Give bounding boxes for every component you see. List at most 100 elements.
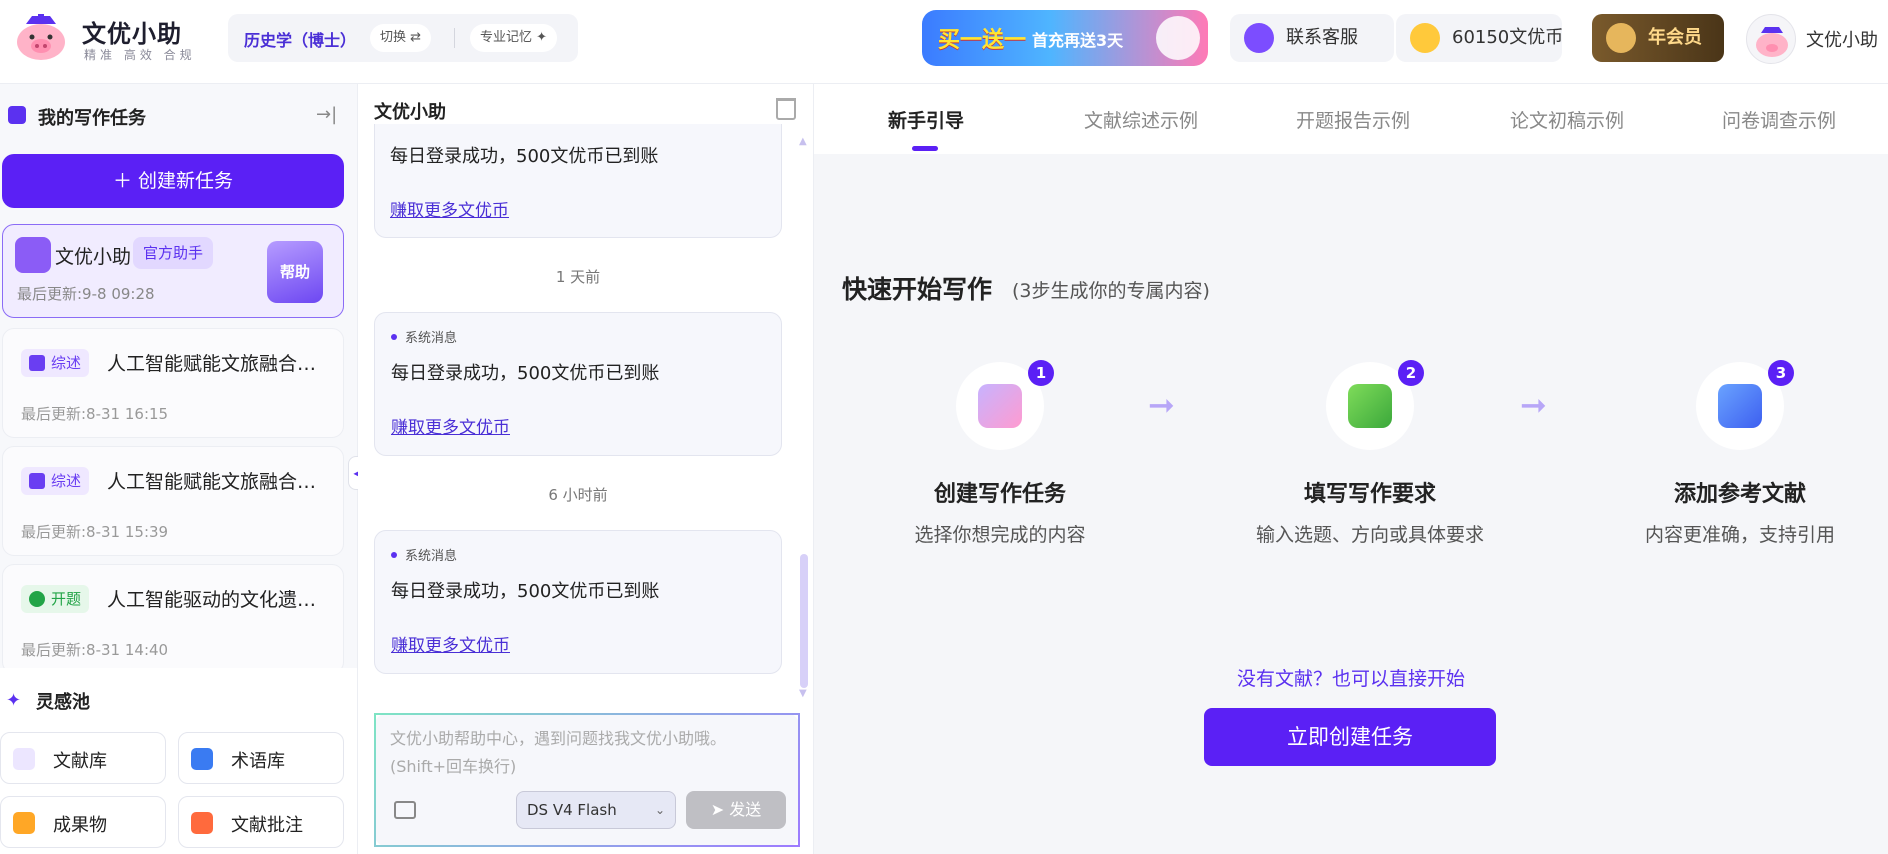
lib-label: 成果物 <box>53 815 107 836</box>
step-title: 填写写作要求 <box>1303 482 1436 507</box>
step-title: 添加参考文献 <box>1673 482 1806 507</box>
brand-slogan: 精准 高效 合规 <box>84 48 196 62</box>
message-card: 系统消息 每日登录成功，500文优币已到账 赚取更多文优币 <box>374 530 782 674</box>
switch-subject-button[interactable]: 切换 ⇄ <box>370 24 432 52</box>
model-select[interactable]: DS V4 Flash ⌄ <box>516 791 676 829</box>
quick-start-title: 快速开始写作 <box>842 275 993 304</box>
folder-icon <box>13 812 35 834</box>
task-item[interactable]: 开题 人工智能驱动的文化遗… 最后更新:8-31 14:40 <box>2 564 344 674</box>
lib-label: 文献批注 <box>231 815 303 836</box>
book-icon <box>13 748 35 770</box>
chat-input-box: DS V4 Flash ⌄ ➤ 发送 <box>374 713 800 847</box>
task-list-icon <box>8 106 26 124</box>
promo-main-text: 买一送一 <box>938 28 1027 53</box>
contact-service-button[interactable]: 联系客服 <box>1230 14 1394 62</box>
earn-coins-link[interactable]: 赚取更多文优币 <box>390 196 509 221</box>
chevron-down-icon: ⌄ <box>654 803 665 817</box>
step-fill-requirements: 2 填写写作要求 输入选题、方向或具体要求 <box>1214 360 1514 562</box>
tab-review-example[interactable]: 文献综述示例 <box>1084 106 1198 133</box>
step-number: 2 <box>1398 360 1424 386</box>
task-tag-open: 开题 <box>21 585 90 613</box>
inspiration-pool: ✦ 灵感池 文献库 术语库 成果物 文献批注 <box>0 668 357 854</box>
trash-icon[interactable] <box>776 98 796 120</box>
member-badge-icon <box>1606 23 1636 53</box>
message-text: 每日登录成功，500文优币已到账 <box>390 146 659 167</box>
coins-label: 60150文优币 <box>1452 27 1564 48</box>
chat-input[interactable] <box>390 725 780 781</box>
send-button[interactable]: ➤ 发送 <box>686 791 786 829</box>
earn-coins-link[interactable]: 赚取更多文优币 <box>391 413 510 438</box>
time-separator: 1 天前 <box>555 268 601 286</box>
current-subject[interactable]: 历史学（博士） <box>244 27 356 51</box>
task-tag-review: 综述 <box>21 467 90 495</box>
literature-library-button[interactable]: 文献库 <box>0 732 166 784</box>
promo-mascot-icon <box>1156 16 1200 60</box>
annotation-icon <box>191 812 213 834</box>
coin-icon <box>1410 23 1440 53</box>
tab-draft-example[interactable]: 论文初稿示例 <box>1510 106 1624 133</box>
assistant-name: 文优小助 <box>55 246 132 268</box>
message-text: 每日登录成功，500文优币已到账 <box>391 363 660 384</box>
system-message-tag: 系统消息 <box>391 327 457 346</box>
member-label: 年会员 <box>1648 27 1702 48</box>
step-desc: 输入选题、方向或具体要求 <box>1255 524 1484 546</box>
inspiration-title: 灵感池 <box>36 692 90 713</box>
tab-beginner-guide[interactable]: 新手引导 <box>888 106 964 133</box>
chat-title: 文优小助 <box>374 102 446 123</box>
task-item[interactable]: 综述 人工智能赋能文旅融合… 最后更新:8-31 16:15 <box>2 328 344 438</box>
task-update-time: 最后更新:8-31 15:39 <box>21 523 169 541</box>
system-message-tag: 系统消息 <box>391 545 457 564</box>
terminology-library-button[interactable]: 术语库 <box>178 732 344 784</box>
collapse-sidebar-icon[interactable]: →| <box>316 104 337 125</box>
official-badge: 官方助手 <box>133 237 214 269</box>
user-name[interactable]: 文优小助 <box>1806 26 1878 52</box>
pig-logo-icon[interactable] <box>12 12 70 62</box>
results-button[interactable]: 成果物 <box>0 796 166 848</box>
annual-member-button[interactable]: 年会员 <box>1592 14 1724 62</box>
tab-proposal-example[interactable]: 开题报告示例 <box>1296 106 1410 133</box>
active-tab-indicator <box>912 146 938 151</box>
lib-label: 术语库 <box>231 751 285 772</box>
assistant-card[interactable]: 文优小助 官方助手 最后更新:9-8 09:28 帮助 <box>2 224 344 318</box>
create-task-button[interactable]: ＋ 创建新任务 <box>2 154 344 208</box>
notepad-icon <box>1348 384 1392 428</box>
task-title: 人工智能赋能文旅融合… <box>107 471 317 493</box>
time-separator: 6 小时前 <box>548 486 608 504</box>
no-literature-link[interactable]: 没有文献？也可以直接开始 <box>814 664 1888 691</box>
toolbox-icon[interactable] <box>394 801 416 819</box>
task-title: 人工智能赋能文旅融合… <box>107 353 317 375</box>
top-header: 文优小助 精准 高效 合规 历史学（博士） 切换 ⇄ 专业记忆 ✦ 买一送一 首… <box>0 0 1888 84</box>
task-tag-label: 开题 <box>51 590 82 608</box>
model-label: DS V4 Flash <box>527 801 617 819</box>
task-item[interactable]: 综述 人工智能赋能文旅融合… 最后更新:8-31 15:39 <box>2 446 344 556</box>
task-tag-label: 综述 <box>51 472 82 490</box>
assistant-update-time: 最后更新:9-8 09:28 <box>17 285 155 303</box>
coins-balance-button[interactable]: 60150文优币 <box>1396 14 1564 62</box>
step-add-references: 3 添加参考文献 内容更准确，支持引用 <box>1584 360 1884 562</box>
tab-survey-example[interactable]: 问卷调查示例 <box>1722 106 1836 133</box>
promo-banner[interactable]: 买一送一 首充再送3天 <box>922 10 1208 66</box>
open-tag-icon <box>29 591 45 607</box>
task-tag-label: 综述 <box>51 354 82 372</box>
scroll-up-icon[interactable]: ▲ <box>799 136 807 147</box>
scroll-down-icon[interactable]: ▼ <box>799 688 807 699</box>
professional-memory-button[interactable]: 专业记忆 ✦ <box>470 24 558 52</box>
literature-annotation-button[interactable]: 文献批注 <box>178 796 344 848</box>
chat-scrollbar[interactable] <box>800 554 808 688</box>
assistant-avatar-icon <box>15 237 51 273</box>
review-tag-icon <box>29 355 45 371</box>
terminology-icon <box>191 748 213 770</box>
step-number: 1 <box>1028 360 1054 386</box>
clipboard-icon <box>1718 384 1762 428</box>
message-text: 每日登录成功，500文优币已到账 <box>391 581 660 602</box>
promo-sub-text: 首充再送3天 <box>1032 31 1124 50</box>
guide-panel: 新手引导 文献综述示例 开题报告示例 论文初稿示例 问卷调查示例 快速开始写作 … <box>814 84 1888 854</box>
earn-coins-link[interactable]: 赚取更多文优币 <box>391 631 510 656</box>
subject-selector: 历史学（博士） 切换 ⇄ 专业记忆 ✦ <box>228 14 578 62</box>
sidebar-title: 我的写作任务 <box>38 108 146 129</box>
start-create-task-button[interactable]: 立即创建任务 <box>1204 708 1496 766</box>
user-avatar[interactable] <box>1746 14 1796 64</box>
service-avatar-icon <box>1244 23 1274 53</box>
task-update-time: 最后更新:8-31 16:15 <box>21 405 169 423</box>
create-task-icon <box>978 384 1022 428</box>
